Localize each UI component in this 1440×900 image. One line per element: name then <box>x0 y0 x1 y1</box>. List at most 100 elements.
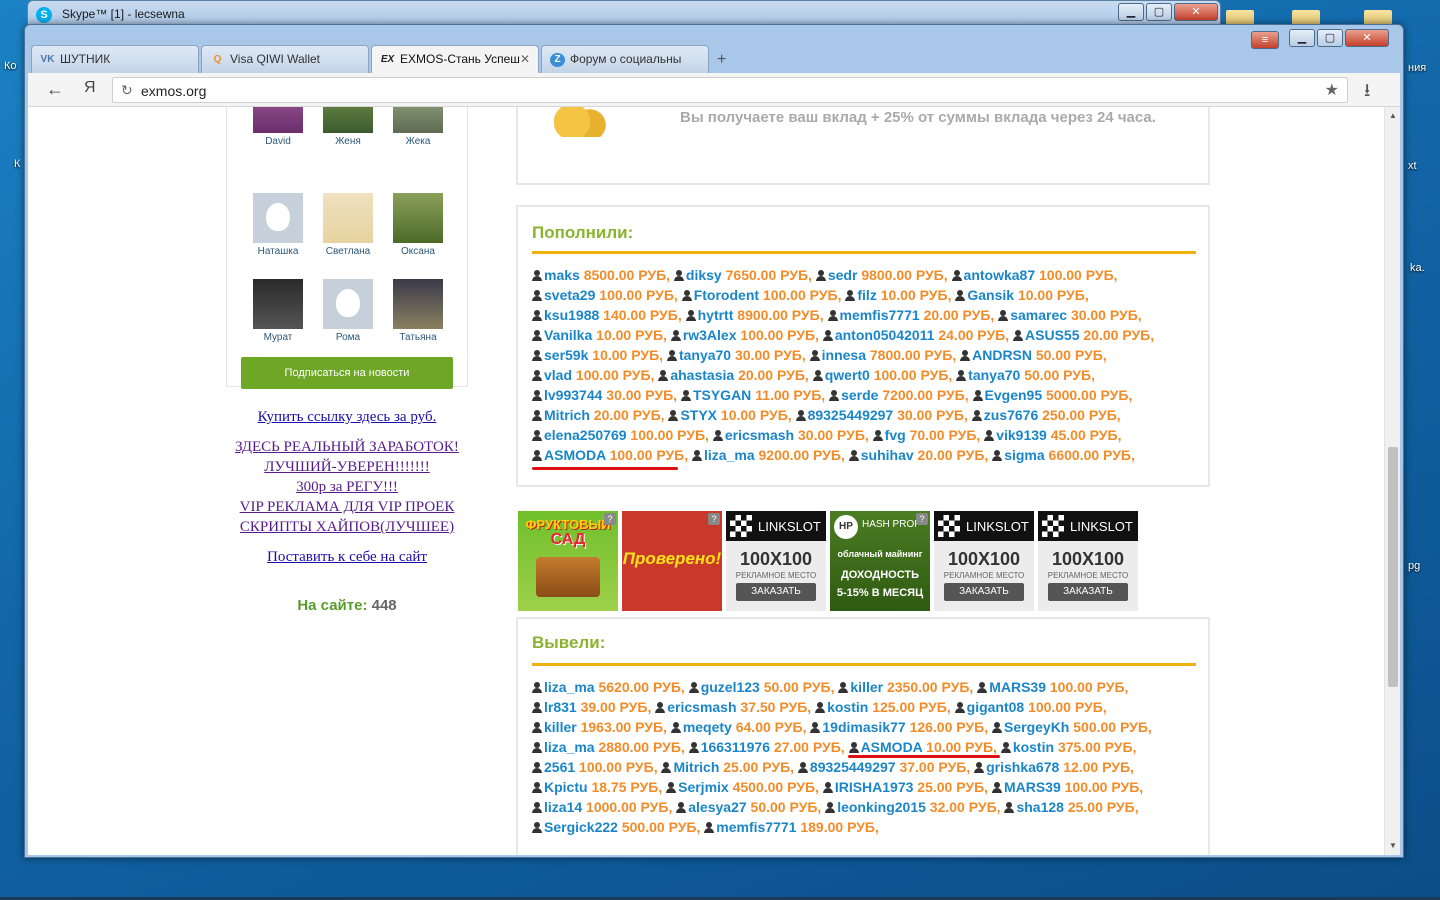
friend-photo[interactable] <box>393 193 443 243</box>
transaction-user[interactable]: meqety <box>683 719 736 735</box>
transaction-user[interactable]: sigma <box>1004 447 1048 463</box>
friend-photo[interactable] <box>393 107 443 133</box>
friend-card[interactable]: Оксана <box>388 193 448 257</box>
transaction-user[interactable]: Mitrich <box>673 759 723 775</box>
transaction-user[interactable]: ASMODA <box>544 447 610 463</box>
friend-name[interactable]: Женя <box>318 136 378 147</box>
transaction-user[interactable]: Mitrich <box>544 407 594 423</box>
address-bar[interactable]: ↻ exmos.org ★ <box>112 77 1348 103</box>
order-button[interactable]: ЗАКАЗАТЬ <box>736 583 816 601</box>
transaction-user[interactable]: ANDRSN <box>972 347 1036 363</box>
transaction-user[interactable]: samarec <box>1010 307 1071 323</box>
hashprofit-banner[interactable]: HP HASH PROF облачный майнинг ДОХОДНОСТЬ… <box>830 511 930 611</box>
transaction-user[interactable]: Evgen95 <box>985 387 1046 403</box>
tab-exmos[interactable]: EX EXMOS-Стань Успеш ✕ <box>371 45 539 73</box>
friend-card[interactable]: David <box>248 107 308 147</box>
transaction-user[interactable]: suhihav <box>861 447 918 463</box>
promo-link[interactable]: VIP РЕКЛАМА ДЛЯ VIP ПРОЕК <box>226 497 468 517</box>
transaction-user[interactable]: memfis7771 <box>840 307 924 323</box>
transaction-user[interactable]: 89325449297 <box>808 407 898 423</box>
friend-photo[interactable] <box>253 107 303 133</box>
transaction-user[interactable]: liza_ma <box>544 739 598 755</box>
friend-name[interactable]: Жека <box>388 136 448 147</box>
transaction-user[interactable]: qwert0 <box>825 367 874 383</box>
transaction-user[interactable]: rw3Alex <box>683 327 741 343</box>
friend-name[interactable]: Рома <box>318 332 378 343</box>
transaction-user[interactable]: zus7676 <box>984 407 1042 423</box>
ad-info-icon[interactable]: ? <box>708 513 720 525</box>
friend-card[interactable]: Светлана <box>318 193 378 257</box>
linkslot-banner[interactable]: LINKSLOT 100X100 РЕКЛАМНОЕ МЕСТО ЗАКАЗАТ… <box>1038 511 1138 611</box>
transaction-user[interactable]: diksy <box>686 267 726 283</box>
back-arrow-icon[interactable]: ← <box>46 79 64 100</box>
transaction-user[interactable]: grishka678 <box>986 759 1063 775</box>
friend-card[interactable]: Мурат <box>248 279 308 343</box>
transaction-user[interactable]: kostin <box>827 699 872 715</box>
transaction-user[interactable]: innesa <box>822 347 870 363</box>
transaction-user[interactable]: sedr <box>828 267 861 283</box>
transaction-user[interactable]: ahastasia <box>670 367 738 383</box>
transaction-user[interactable]: hytrtt <box>698 307 738 323</box>
friend-card[interactable]: Женя <box>318 107 378 147</box>
subscribe-button[interactable]: Подписаться на новости <box>241 357 453 389</box>
tab-qiwi[interactable]: Q Visa QIWI Wallet <box>201 45 369 73</box>
close-button[interactable]: ✕ <box>1345 29 1389 47</box>
minimize-button[interactable]: ▁ <box>1289 29 1315 47</box>
transaction-user[interactable]: killer <box>850 679 887 695</box>
transaction-user[interactable]: Ftorodent <box>694 287 763 303</box>
friend-photo[interactable] <box>253 279 303 329</box>
transaction-user[interactable]: elena250769 <box>544 427 630 443</box>
transaction-user[interactable]: SergeyKh <box>1004 719 1073 735</box>
friend-name[interactable]: Наташка <box>248 246 308 257</box>
ad-info-icon[interactable]: ? <box>916 513 928 525</box>
transaction-user[interactable]: vlad <box>544 367 576 383</box>
transaction-user[interactable]: 19dimasik77 <box>822 719 909 735</box>
transaction-user[interactable]: STYX <box>680 407 720 423</box>
scroll-up-arrow-icon[interactable]: ▲ <box>1389 111 1397 120</box>
order-button[interactable]: ЗАКАЗАТЬ <box>1048 583 1128 601</box>
friend-name[interactable]: David <box>248 136 308 147</box>
url-text[interactable]: exmos.org <box>141 83 206 99</box>
friend-card[interactable]: Наташка <box>248 193 308 257</box>
transaction-user[interactable]: gigant08 <box>967 699 1028 715</box>
transaction-user[interactable]: Gansik <box>967 287 1018 303</box>
transaction-user[interactable]: 89325449297 <box>810 759 900 775</box>
friend-name[interactable]: Светлана <box>318 246 378 257</box>
transaction-user[interactable]: fvg <box>885 427 910 443</box>
transaction-user[interactable]: Vanilka <box>544 327 596 343</box>
friend-photo[interactable] <box>393 279 443 329</box>
friend-photo[interactable] <box>323 193 373 243</box>
order-button[interactable]: ЗАКАЗАТЬ <box>944 583 1024 601</box>
maximize-button[interactable]: ▢ <box>1146 3 1172 21</box>
scroll-down-arrow-icon[interactable]: ▼ <box>1389 841 1397 850</box>
promo-link[interactable]: СКРИПТЫ ХАЙПОВ(ЛУЧШЕЕ) <box>226 517 468 537</box>
transaction-user[interactable]: liza14 <box>544 799 586 815</box>
transaction-user[interactable]: memfis7771 <box>716 819 800 835</box>
transaction-user[interactable]: vik9139 <box>996 427 1051 443</box>
tab-forum[interactable]: Z Форум о социальны <box>541 45 709 73</box>
transaction-user[interactable]: anton05042011 <box>835 327 939 343</box>
transaction-user[interactable]: sveta29 <box>544 287 599 303</box>
transaction-user[interactable]: lv993744 <box>544 387 606 403</box>
transaction-user[interactable]: ksu1988 <box>544 307 603 323</box>
ad-info-icon[interactable]: ? <box>604 513 616 525</box>
download-icon[interactable]: ⭳ <box>1364 78 1370 108</box>
transaction-user[interactable]: alesya27 <box>688 799 750 815</box>
friend-card[interactable]: Рома <box>318 279 378 343</box>
promo-link[interactable]: ЗДЕСЬ РЕАЛЬНЫЙ ЗАРАБОТОК! <box>226 437 468 457</box>
buy-link[interactable]: Купить ссылку здесь за руб. <box>226 407 468 427</box>
close-tab-icon[interactable]: ✕ <box>520 52 530 66</box>
friend-name[interactable]: Мурат <box>248 332 308 343</box>
reload-icon[interactable]: ↻ <box>121 82 133 99</box>
linkslot-banner[interactable]: LINKSLOT 100X100 РЕКЛАМНОЕ МЕСТО ЗАКАЗАТ… <box>934 511 1034 611</box>
friend-photo[interactable] <box>323 107 373 133</box>
transaction-user[interactable]: ericsmash <box>725 427 798 443</box>
proven-banner[interactable]: Проверено! ? <box>622 511 722 611</box>
transaction-user[interactable]: guzel123 <box>701 679 764 695</box>
transaction-user[interactable]: tanya70 <box>968 367 1024 383</box>
transaction-user[interactable]: MARS39 <box>1004 779 1065 795</box>
transaction-user[interactable]: 2561 <box>544 759 579 775</box>
friend-card[interactable]: Жека <box>388 107 448 147</box>
promo-link[interactable]: 300р за РЕГУ!!! <box>226 477 468 497</box>
transaction-user[interactable]: kostin <box>1013 739 1058 755</box>
